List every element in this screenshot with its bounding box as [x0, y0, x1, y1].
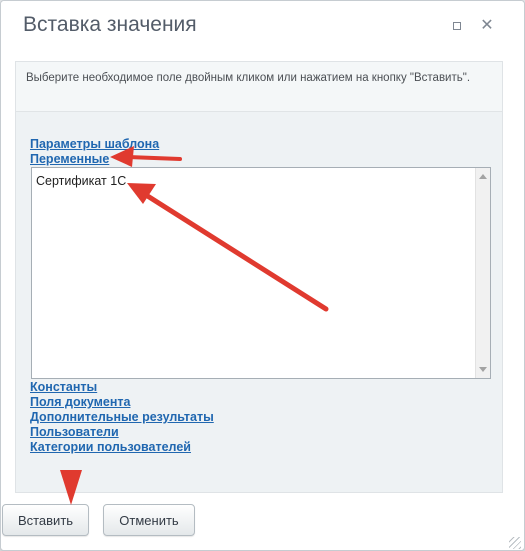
dialog-body: Выберите необходимое поле двойным кликом… — [15, 61, 503, 493]
section-variables[interactable]: Переменные — [30, 152, 109, 166]
listbox-scrollbar[interactable] — [475, 168, 490, 378]
dialog-titlebar[interactable]: Вставка значения ✕ — [1, 1, 524, 53]
section-constants[interactable]: Константы — [30, 380, 97, 394]
section-user-categories[interactable]: Категории пользователей — [30, 440, 191, 454]
maximize-icon[interactable] — [450, 19, 464, 33]
dialog-title: Вставка значения — [23, 13, 197, 36]
dialog-footer: Вставить Отменить — [1, 493, 524, 550]
section-users[interactable]: Пользователи — [30, 425, 119, 439]
insert-button[interactable]: Вставить — [2, 504, 89, 536]
section-template-params[interactable]: Параметры шаблона — [30, 137, 159, 151]
close-icon[interactable]: ✕ — [480, 18, 494, 34]
insert-value-dialog: Вставка значения ✕ Выберите необходимое … — [0, 0, 525, 551]
scroll-up-icon[interactable] — [479, 174, 487, 179]
list-item[interactable]: Сертификат 1С — [36, 174, 126, 188]
variables-listbox[interactable]: Сертификат 1С — [31, 167, 491, 379]
scroll-down-icon[interactable] — [479, 367, 487, 372]
instruction-text: Выберите необходимое поле двойным кликом… — [16, 62, 502, 112]
resize-grip-icon[interactable] — [509, 537, 521, 549]
section-document-fields[interactable]: Поля документа — [30, 395, 130, 409]
cancel-button[interactable]: Отменить — [103, 504, 195, 536]
section-additional-results[interactable]: Дополнительные результаты — [30, 410, 214, 424]
